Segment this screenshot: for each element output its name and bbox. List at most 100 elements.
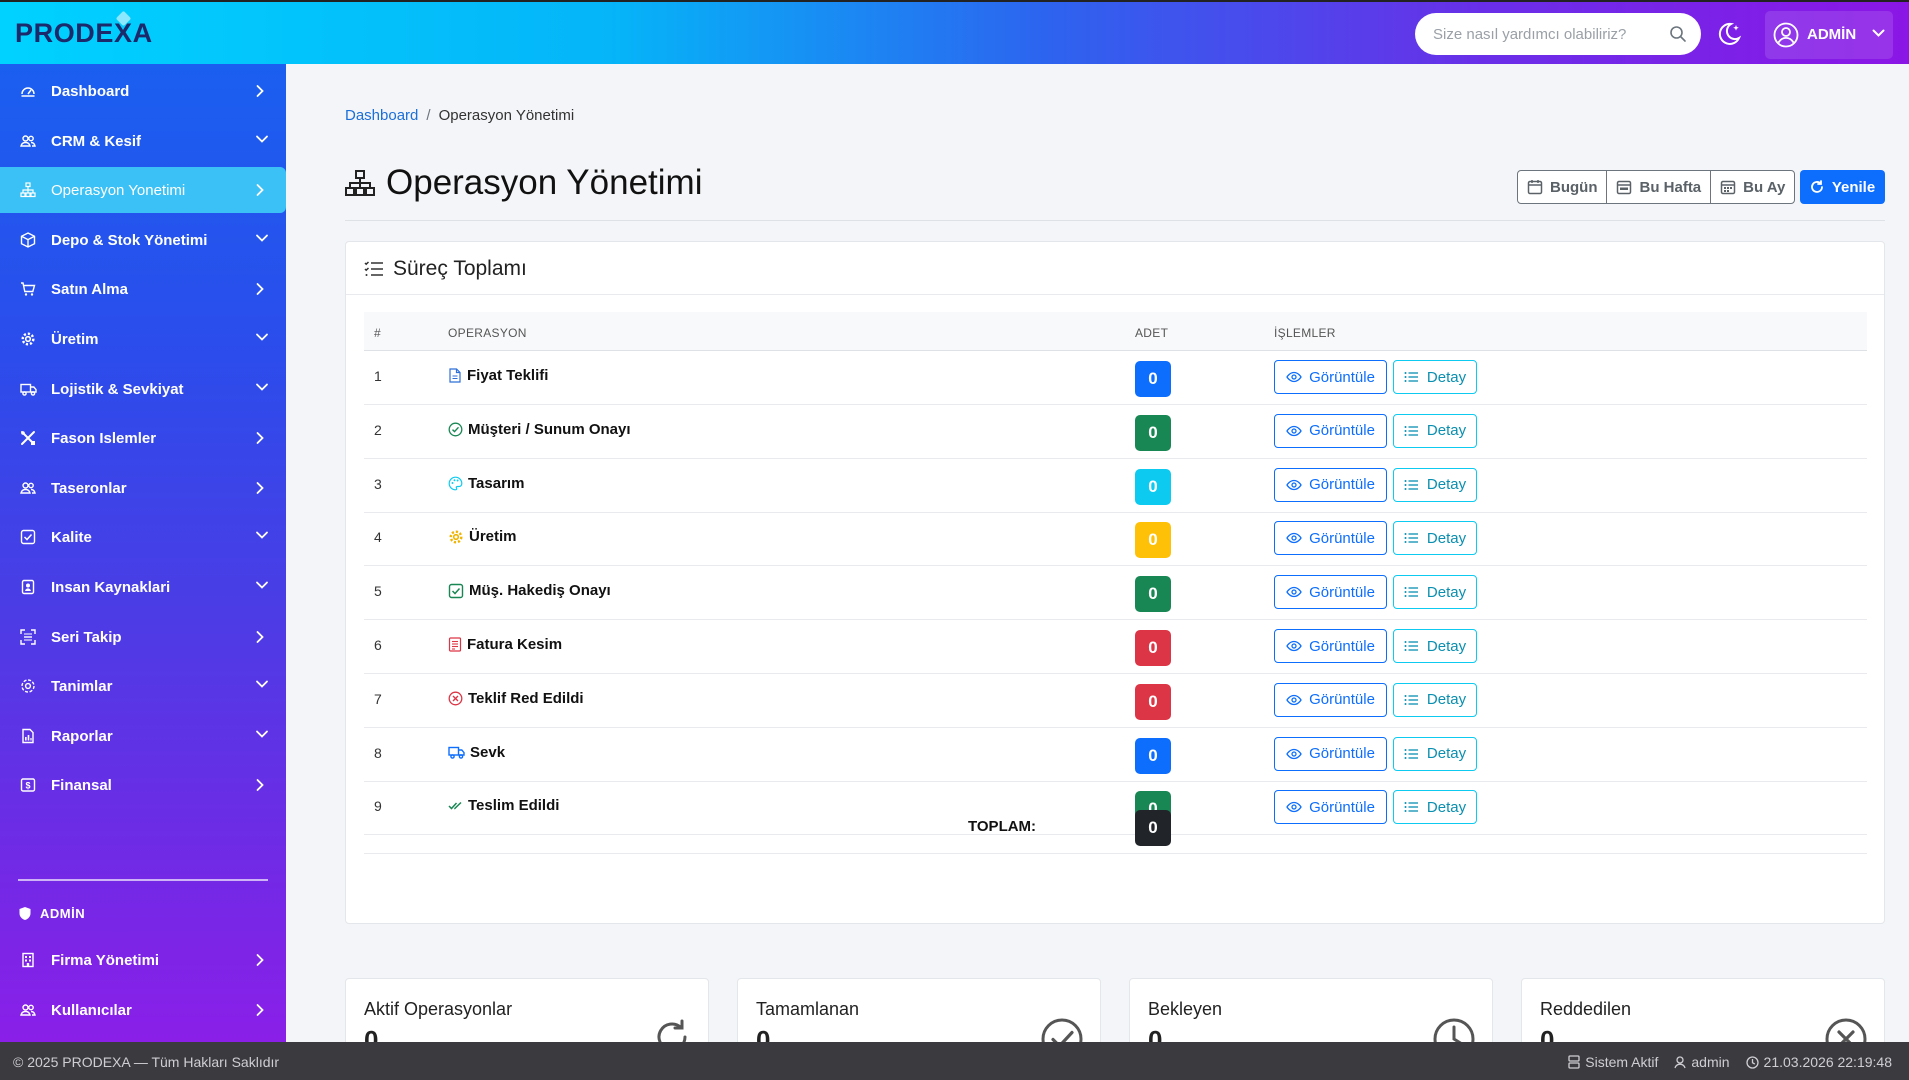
refresh-button[interactable]: Yenile	[1800, 170, 1885, 204]
sidebar-item-depo-stok-yonetimi[interactable]: Depo & Stok Yönetimi	[0, 217, 286, 263]
sidebar-item-label: Tanimlar	[51, 678, 113, 696]
cart-icon	[20, 281, 36, 297]
chevron-down-icon	[255, 530, 269, 540]
sidebar-item-label: Fason Islemler	[51, 430, 157, 448]
sidebar-item-raporlar[interactable]: Raporlar	[0, 713, 286, 759]
chevron-down-icon	[255, 134, 269, 144]
search-input[interactable]	[1433, 13, 1653, 55]
this-week-button[interactable]: Bu Hafta	[1607, 171, 1712, 203]
sidebar-item-operasyon-yonetimi[interactable]: Operasyon Yonetimi	[0, 167, 286, 214]
finance-icon: $	[20, 777, 36, 793]
breadcrumb-home-link[interactable]: Dashboard	[345, 107, 418, 124]
view-button[interactable]: Görüntüle	[1274, 413, 1387, 448]
sidebar-item-finansal[interactable]: $ Finansal	[0, 762, 286, 808]
sidebar-item-label: Raporlar	[51, 727, 113, 745]
detail-button[interactable]: Detay	[1393, 575, 1477, 610]
sidebar: Dashboard CRM & Kesif Operasyon Yonetimi De…	[0, 64, 286, 1068]
count-badge: 0	[1135, 630, 1171, 666]
view-button[interactable]: Görüntüle	[1274, 575, 1387, 610]
sidebar-item-crm-kesif[interactable]: CRM & Kesif	[0, 118, 286, 164]
chevron-right-icon	[255, 431, 265, 445]
this-month-button[interactable]: Bu Ay	[1711, 171, 1794, 203]
detail-button[interactable]: Detay	[1393, 360, 1477, 394]
copyright-text: © 2025 PRODEXA — Tüm Hakları Saklıdır	[13, 1054, 280, 1070]
sidebar-item-kalite[interactable]: Kalite	[0, 514, 286, 560]
x-circle-icon	[448, 691, 463, 706]
sidebar-item-taseronlar[interactable]: Taseronlar	[0, 465, 286, 511]
view-button[interactable]: Görüntüle	[1274, 360, 1387, 394]
card-title: Süreç Toplamı	[393, 257, 527, 280]
detail-button[interactable]: Detay	[1393, 682, 1477, 717]
col-operation: OPERASYON	[448, 326, 527, 340]
count-badge: 0	[1135, 361, 1171, 397]
table-row: 4 Üretim 0 Görüntüle Detay	[364, 512, 1867, 567]
search-box[interactable]	[1415, 13, 1701, 55]
dashboard-icon	[20, 83, 36, 99]
list-icon	[1404, 640, 1419, 652]
operation-name: Fatura Kesim	[448, 636, 562, 653]
report-icon	[20, 728, 36, 744]
sidebar-item-kullanicilar[interactable]: Kullanıcılar	[0, 987, 286, 1033]
detail-button[interactable]: Detay	[1393, 629, 1477, 663]
view-button[interactable]: Görüntüle	[1274, 629, 1387, 663]
chevron-down-icon	[255, 233, 269, 243]
chevron-right-icon	[255, 183, 265, 197]
sidebar-item-seri-takip[interactable]: Seri Takip	[0, 614, 286, 660]
sidebar-item-satin-alma[interactable]: Satın Alma	[0, 266, 286, 312]
palette-icon	[448, 476, 463, 491]
gear-icon	[20, 331, 36, 347]
invoice-icon	[448, 637, 462, 652]
chevron-down-icon	[1872, 29, 1885, 38]
operation-name: Üretim	[448, 528, 517, 545]
sitemap-icon	[345, 170, 375, 196]
eye-icon	[1286, 371, 1302, 383]
document-icon	[448, 368, 462, 383]
sidebar-divider	[18, 879, 268, 881]
chevron-down-icon	[255, 332, 269, 342]
user-menu-button[interactable]: ADMİN	[1765, 11, 1893, 59]
total-label: TOPLAM:	[968, 818, 1037, 835]
view-button[interactable]: Görüntüle	[1274, 521, 1387, 556]
breadcrumb: Dashboard / Operasyon Yönetimi	[345, 107, 574, 124]
list-icon	[1404, 586, 1419, 598]
operation-name: Sevk	[448, 744, 505, 761]
operation-name: Tasarım	[448, 475, 524, 492]
sidebar-item-dashboard[interactable]: Dashboard	[0, 68, 286, 114]
row-number: 7	[374, 690, 382, 707]
sidebar-item-firma-yonetimi[interactable]: Firma Yönetimi	[0, 937, 286, 983]
detail-button[interactable]: Detay	[1393, 413, 1477, 448]
page-title-block: Operasyon Yönetimi	[345, 163, 702, 203]
detail-button[interactable]: Detay	[1393, 467, 1477, 502]
view-button[interactable]: Görüntüle	[1274, 682, 1387, 717]
user-icon	[1674, 1055, 1687, 1069]
footer-user: admin	[1674, 1054, 1730, 1070]
count-badge: 0	[1135, 683, 1171, 720]
check-square-icon	[448, 583, 464, 599]
detail-button[interactable]: Detay	[1393, 521, 1477, 556]
stat-card-tamamlanan: Tamamlanan 0	[737, 978, 1101, 1048]
brand-logo[interactable]: PRODEXA	[15, 18, 153, 49]
user-avatar-icon	[1773, 22, 1799, 48]
today-button[interactable]: Bugün	[1518, 171, 1608, 203]
sidebar-item-tanimlar[interactable]: Tanimlar	[0, 663, 286, 709]
view-button[interactable]: Görüntüle	[1274, 467, 1387, 502]
eye-icon	[1286, 532, 1302, 544]
search-icon[interactable]	[1669, 25, 1687, 43]
calendar-week-icon	[1616, 179, 1632, 195]
truck-icon	[448, 744, 465, 760]
sidebar-item-label: Taseronlar	[51, 479, 127, 497]
box-icon	[20, 232, 36, 248]
sidebar-item-label: Seri Takip	[51, 628, 122, 646]
truck-icon	[20, 381, 37, 397]
sidebar-item-uretim[interactable]: Üretim	[0, 316, 286, 362]
footer: © 2025 PRODEXA — Tüm Hakları Saklıdır Si…	[0, 1042, 1909, 1080]
view-button[interactable]: Görüntüle	[1274, 736, 1387, 771]
check-square-icon	[20, 529, 36, 545]
sidebar-item-insan-kaynaklari[interactable]: Insan Kaynaklari	[0, 564, 286, 610]
col-actions: İŞLEMLER	[1274, 326, 1336, 340]
detail-button[interactable]: Detay	[1393, 736, 1477, 771]
period-button-group: Bugün Bu Hafta Bu Ay	[1517, 170, 1796, 204]
sidebar-item-lojistik-sevkiyat[interactable]: Lojistik & Sevkiyat	[0, 366, 286, 412]
sidebar-item-fason-islemler[interactable]: Fason Islemler	[0, 415, 286, 461]
theme-toggle-moon-icon[interactable]	[1716, 21, 1742, 47]
